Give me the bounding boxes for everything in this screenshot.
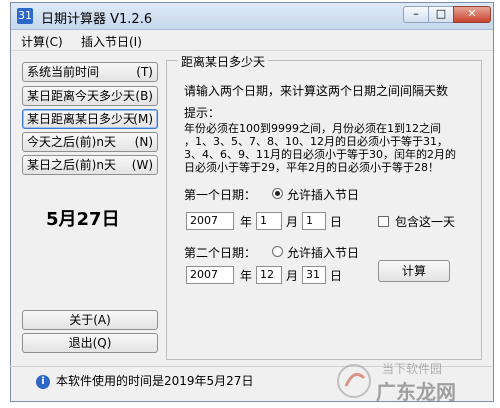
sidebar-days-to-today-button[interactable]: 某日距离今天多少天 (B): [22, 86, 158, 106]
first-date-holiday-radio[interactable]: [272, 188, 283, 199]
month-unit-label: 月: [286, 215, 299, 229]
day-unit-label: 日: [330, 215, 343, 229]
month-unit-label: 月: [286, 269, 299, 283]
second-year-input[interactable]: 2007: [186, 266, 234, 284]
sidebar-item-shortcut: (N): [134, 135, 153, 149]
close-button[interactable]: ✕: [453, 6, 491, 23]
status-text: 本软件使用的时间是2019年5月27日: [56, 374, 254, 388]
sidebar-item-shortcut: (B): [135, 89, 153, 103]
sidebar-item-label: 系统当前时间: [27, 65, 100, 79]
menu-insert-holiday[interactable]: 插入节日(I): [81, 33, 142, 50]
second-month-input[interactable]: 12: [256, 266, 282, 284]
exit-button[interactable]: 退出(Q): [22, 333, 158, 353]
sidebar-item-shortcut: (M): [133, 112, 153, 126]
year-unit-label: 年: [240, 215, 253, 229]
window-title: 日期计算器 V1.2.6: [41, 12, 153, 27]
group-title: 距离某日多少天: [178, 53, 269, 70]
tip-line: ，1、3、5、7、8、10、12月的日必须小于等于31，: [184, 135, 448, 148]
sidebar-item-label: 某日距离某日多少天: [27, 112, 136, 126]
sidebar-item-label: 今天之后(前)n天: [27, 135, 116, 149]
first-day-input[interactable]: 1: [302, 212, 326, 230]
tip-line: 3、4、6、9、11月的日必须小于等于30，闰年的2月的: [184, 148, 456, 161]
second-date-label: 第二个日期：: [184, 246, 257, 260]
menu-calculate[interactable]: 计算(C): [21, 33, 63, 50]
sidebar-item-shortcut: (W): [131, 158, 153, 172]
include-day-label: 包含这一天: [395, 215, 456, 229]
second-date-holiday-label: 允许插入节日: [287, 246, 360, 260]
sidebar-item-label: 某日距离今天多少天: [27, 89, 136, 103]
maximize-button[interactable]: □: [428, 6, 454, 23]
tip-line: 年份必须在100到9999之间，月份必须在1到12之间: [184, 122, 441, 135]
tip-title: 提示：: [184, 106, 221, 120]
sidebar-n-days-from-date-button[interactable]: 某日之后(前)n天 (W): [22, 155, 158, 175]
current-date-display: 5月27日: [46, 209, 120, 230]
menu-bar: 计算(C) 插入节日(I): [11, 30, 493, 51]
sidebar-system-time-button[interactable]: 系统当前时间 (T): [22, 62, 158, 82]
year-unit-label: 年: [240, 269, 253, 283]
info-icon: i: [36, 375, 50, 389]
minimize-button[interactable]: –: [403, 6, 429, 23]
about-button[interactable]: 关于(A): [22, 310, 158, 330]
first-date-label: 第一个日期：: [184, 188, 257, 202]
title-bar[interactable]: 31 日期计算器 V1.2.6 – □ ✕: [11, 3, 493, 30]
calculate-button[interactable]: 计算: [378, 260, 450, 282]
second-day-input[interactable]: 31: [302, 266, 326, 284]
calendar-app-icon: 31: [17, 8, 33, 24]
sidebar-days-between-button[interactable]: 某日距离某日多少天 (M): [22, 109, 158, 129]
tip-line: 日必须小于等于29，平年2月的日必须小于等于28！: [184, 161, 439, 174]
sidebar-item-label: 某日之后(前)n天: [27, 158, 116, 172]
first-month-input[interactable]: 1: [256, 212, 282, 230]
sidebar-n-days-from-today-button[interactable]: 今天之后(前)n天 (N): [22, 132, 158, 152]
sidebar-item-shortcut: (T): [136, 65, 153, 79]
include-day-checkbox[interactable]: [378, 216, 389, 227]
second-date-holiday-radio[interactable]: [272, 246, 283, 257]
first-date-holiday-label: 允许插入节日: [287, 188, 360, 202]
instruction-text: 请输入两个日期，来计算这两个日期之间间隔天数: [184, 84, 449, 98]
day-unit-label: 日: [330, 269, 343, 283]
first-year-input[interactable]: 2007: [186, 212, 234, 230]
